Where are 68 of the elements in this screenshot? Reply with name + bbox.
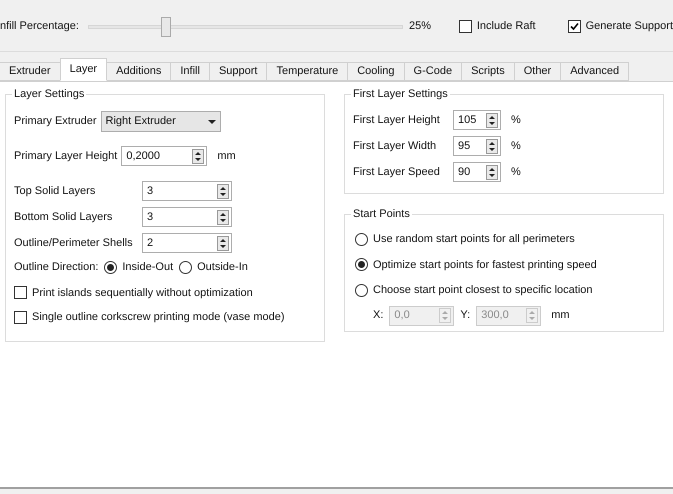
- spin-box[interactable]: 105: [453, 110, 501, 130]
- group-title: Layer Settings: [12, 86, 86, 102]
- radio-label: Optimize start points for fastest printing speed: [373, 258, 597, 272]
- field-label: First Layer Height: [353, 112, 441, 128]
- tab[interactable]: Extruder: [0, 62, 61, 81]
- infill-reading: 25%: [409, 19, 432, 34]
- field-label: Top Solid Layers: [14, 184, 96, 199]
- checkbox[interactable]: [14, 286, 27, 300]
- radio-button[interactable]: [104, 260, 118, 274]
- tab[interactable]: Temperature: [266, 62, 348, 81]
- radio-button[interactable]: [179, 260, 192, 274]
- infill-label: nfill Percentage:: [0, 19, 80, 34]
- coord-label: Y:: [460, 308, 470, 324]
- tab[interactable]: Additions: [106, 62, 172, 81]
- field-label: Primary Layer Height: [14, 148, 118, 164]
- spin-arrows-icon[interactable]: [192, 148, 204, 164]
- field-label: Primary Extruder: [14, 114, 97, 130]
- unit-label: %: [511, 164, 521, 180]
- tab[interactable]: Cooling: [347, 62, 405, 81]
- radio-label: Inside-Out: [122, 260, 174, 275]
- coord-label: X:: [373, 308, 384, 324]
- checkbox-label: Print islands sequentially without optimization: [32, 286, 253, 300]
- radio-button[interactable]: [355, 258, 368, 272]
- unit-label: %: [511, 138, 521, 154]
- checkbox-label: Include Raft: [476, 19, 536, 34]
- spin-box[interactable]: 3: [142, 207, 232, 227]
- tab[interactable]: Scripts: [461, 62, 515, 81]
- spin-box[interactable]: 2: [142, 233, 232, 253]
- group-title: First Layer Settings: [351, 86, 450, 102]
- spin-arrows-icon[interactable]: [217, 236, 229, 250]
- field-label: First Layer Speed: [353, 164, 441, 180]
- radio-button[interactable]: [355, 232, 368, 246]
- radio-label: Choose start point closest to specific location: [373, 283, 593, 298]
- slider[interactable]: [88, 16, 404, 36]
- slider-thumb[interactable]: [161, 16, 172, 36]
- unit-label: mm: [217, 148, 236, 164]
- spin-arrows-icon[interactable]: [217, 184, 229, 198]
- spin-arrows-icon[interactable]: [486, 138, 498, 154]
- checkbox[interactable]: [14, 310, 27, 324]
- radio-label: Outside-In: [197, 260, 248, 275]
- tab[interactable]: G-Code: [404, 62, 462, 81]
- tab[interactable]: Support: [208, 62, 268, 81]
- radio-label: Use random start points for all perimeters: [373, 232, 575, 247]
- checkbox-label: Single outline corkscrew printing mode (vase mode): [32, 310, 285, 325]
- caret-icon: [208, 120, 216, 124]
- field-label: Bottom Solid Layers: [14, 210, 114, 225]
- tab[interactable]: Layer: [60, 58, 108, 81]
- tab[interactable]: Advanced: [560, 62, 630, 81]
- tab[interactable]: Other: [514, 62, 562, 81]
- spin-box[interactable]: 90: [453, 162, 501, 182]
- field-label: First Layer Width: [353, 138, 438, 154]
- unit-label: mm: [551, 308, 570, 324]
- checkbox[interactable]: [568, 20, 581, 33]
- spin-box[interactable]: 3: [142, 181, 232, 201]
- unit-label: %: [511, 112, 521, 128]
- spin-box[interactable]: 0,2000: [121, 146, 208, 166]
- spin-arrows-icon[interactable]: [486, 112, 498, 128]
- spin-arrows-icon[interactable]: [217, 210, 229, 224]
- checkmark-icon: [570, 22, 579, 31]
- tab[interactable]: Infill: [170, 62, 210, 81]
- field-label: Outline Direction:: [14, 260, 98, 275]
- field-label: Outline/Perimeter Shells: [14, 236, 134, 251]
- checkbox[interactable]: [458, 20, 472, 33]
- checkbox-label: Generate Support: [586, 19, 673, 34]
- spin-arrows-icon[interactable]: [486, 164, 498, 180]
- radio-button[interactable]: [355, 284, 368, 297]
- extruder-dropdown[interactable]: Right Extruder: [100, 111, 221, 132]
- spin-box[interactable]: 95: [453, 136, 501, 156]
